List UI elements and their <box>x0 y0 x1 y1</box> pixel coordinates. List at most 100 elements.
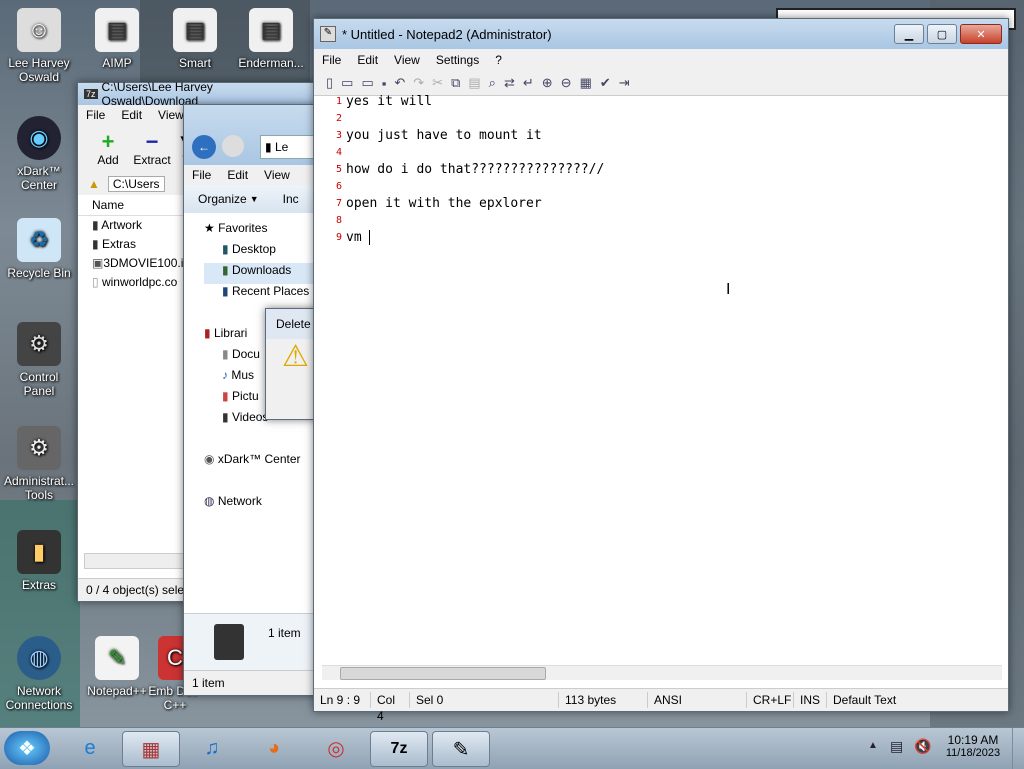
firefox-icon[interactable]: ◕ <box>246 731 302 765</box>
desktop-icon-recycle-bin[interactable]: ♻ Recycle Bin <box>4 218 74 280</box>
line-text: how do i do that???????????????// <box>346 162 605 177</box>
window-title: * Untitled - Notepad2 (Administrator) <box>342 26 552 42</box>
editor-area[interactable]: 1 yes it will 2 3 you just have to mount i… <box>324 93 1004 663</box>
shortcut-icon: ▤ <box>173 8 217 52</box>
menu-settings[interactable]: Settings <box>428 53 487 67</box>
zoom-out-icon[interactable]: ⊖ <box>561 75 572 91</box>
network-tray-icon[interactable]: ▤ <box>890 738 903 755</box>
desktop-icon-extras[interactable]: ▮ Extras <box>4 530 74 592</box>
downloads-icon: ▮ <box>222 263 232 277</box>
exit-icon[interactable]: ⇥ <box>619 75 630 91</box>
notepad2-window[interactable]: ✎ * Untitled - Notepad2 (Administrator) … <box>313 18 1009 723</box>
volume-muted-icon[interactable]: 🔇 <box>914 738 931 755</box>
close-button[interactable]: ✕ <box>960 24 1002 44</box>
add-icon: + <box>101 129 115 154</box>
line-number: 7 <box>335 198 342 209</box>
menu-file[interactable]: File <box>184 168 219 182</box>
internet-explorer-icon[interactable]: e <box>62 731 118 765</box>
nav-desktop[interactable]: ▮ Desktop <box>204 242 318 263</box>
notepad2-icon[interactable]: ✎ <box>432 731 490 767</box>
customize-icon[interactable]: ✔ <box>600 75 611 91</box>
desktop-icon-control-panel[interactable]: ⚙ Control Panel <box>4 322 74 398</box>
menu-file[interactable]: File <box>314 53 349 67</box>
notepad2-menubar: File Edit View Settings ? <box>314 49 1008 71</box>
show-desktop-button[interactable] <box>1012 728 1024 769</box>
browse-icon[interactable]: ▭ <box>361 75 373 91</box>
menu-edit[interactable]: Edit <box>349 53 386 67</box>
scrollbar-thumb[interactable] <box>340 667 546 680</box>
nav-xdark-center[interactable]: ◉ xDark™ Center <box>204 452 318 473</box>
desktop-icon-user[interactable]: ☺ Lee Harvey Oswald <box>4 8 74 84</box>
folder-up-icon[interactable]: ▲ <box>88 177 100 191</box>
scheme-icon[interactable]: ▦ <box>580 75 592 91</box>
extract-button[interactable]: − Extract <box>128 131 176 168</box>
7zip-icon[interactable]: 7z <box>370 731 428 767</box>
clock[interactable]: 10:19 AM 11/18/2023 <box>940 733 1006 759</box>
add-button[interactable]: + Add <box>88 129 128 168</box>
network-icon: ◍ <box>17 636 61 680</box>
editor-line: 6 <box>324 178 1004 195</box>
menu-view[interactable]: View <box>256 168 298 182</box>
undo-icon[interactable]: ↶ <box>394 75 405 91</box>
chrome-icon[interactable]: ◎ <box>308 731 364 765</box>
minimize-button[interactable]: ▁ <box>894 24 924 44</box>
notepad2-titlebar[interactable]: ✎ * Untitled - Notepad2 (Administrator) … <box>314 19 1008 49</box>
notepad2-icon: ✎ <box>320 26 336 42</box>
new-file-icon[interactable]: ▯ <box>326 75 333 91</box>
desktop-icon-xdark[interactable]: ◉ xDark™ Center <box>4 116 74 192</box>
delete-dialog[interactable]: Delete ⚠ <box>265 308 319 420</box>
nav-favorites[interactable]: ★ Favorites <box>204 221 318 242</box>
find-icon[interactable]: ⌕ <box>489 75 496 91</box>
replace-icon[interactable]: ⇄ <box>504 75 515 91</box>
desktop-icon-label: Extras <box>21 578 56 592</box>
horizontal-scrollbar[interactable] <box>84 553 186 569</box>
organize-button[interactable]: Organize <box>198 192 247 206</box>
sevenzip-titlebar[interactable]: 7z C:\Users\Lee Harvey Oswald\Download <box>78 80 318 108</box>
shortcut-icon: ▤ <box>95 8 139 52</box>
menu-help[interactable]: ? <box>487 53 510 67</box>
open-folder-icon[interactable]: ▭ <box>341 75 353 91</box>
desktop-icon-aimp[interactable]: ▤ AIMP <box>82 8 152 70</box>
maximize-button[interactable]: ▢ <box>927 24 957 44</box>
status-column: Col 4 <box>371 692 410 723</box>
forward-arrow-icon[interactable] <box>222 135 244 157</box>
save-icon[interactable]: ▪ <box>382 76 387 91</box>
status-scheme: Default Text <box>833 693 897 707</box>
path-input[interactable]: C:\Users <box>107 176 165 192</box>
xdark-icon: ◉ <box>204 452 218 466</box>
desktop-icon-admin-tools[interactable]: ⚙ Administrat... Tools <box>4 426 74 502</box>
paste-icon[interactable]: ▤ <box>468 75 480 91</box>
text-caret <box>369 230 371 245</box>
line-text: vm <box>346 230 370 245</box>
redo-icon[interactable]: ↷ <box>413 75 424 91</box>
nav-network[interactable]: ◍ Network <box>204 494 318 515</box>
editor-line: 1 yes it will <box>324 93 1004 110</box>
line-text: you just have to mount it <box>346 128 542 143</box>
nav-downloads[interactable]: ▮ Downloads <box>204 263 318 284</box>
include-button[interactable]: Inc <box>283 192 299 206</box>
desktop-icon-enderman[interactable]: ▤ Enderman... <box>236 8 306 70</box>
menu-file[interactable]: File <box>78 108 113 122</box>
desktop-icon-network-connections[interactable]: ◍ Network Connections <box>4 636 74 712</box>
music-icon[interactable]: ♫ <box>184 731 240 765</box>
music-icon: ♪ <box>222 368 232 382</box>
libraries-icon: ▮ <box>204 326 214 340</box>
tray-expand-icon[interactable]: ▲ <box>868 740 878 751</box>
desktop-icon-notepadpp[interactable]: ✎ Notepad++ <box>82 636 152 698</box>
menu-edit[interactable]: Edit <box>113 108 150 122</box>
back-arrow-icon[interactable]: ← <box>192 135 216 159</box>
menu-edit[interactable]: Edit <box>219 168 256 182</box>
archive-icon[interactable]: ▦ <box>122 731 180 767</box>
wordwrap-icon[interactable]: ↵ <box>523 75 534 91</box>
nav-recent-places[interactable]: ▮ Recent Places <box>204 284 318 305</box>
menu-view[interactable]: View <box>386 53 428 67</box>
horizontal-scrollbar[interactable] <box>322 665 1002 680</box>
start-orb-icon[interactable]: ❖ <box>4 731 50 765</box>
item-count: 1 item <box>268 626 301 640</box>
recycle-bin-icon: ♻ <box>17 218 61 262</box>
zoom-in-icon[interactable]: ⊕ <box>542 75 553 91</box>
copy-icon[interactable]: ⧉ <box>451 75 460 91</box>
desktop-icon-smart[interactable]: ▤ Smart <box>160 8 230 70</box>
admin-tools-icon: ⚙ <box>17 426 61 470</box>
cut-icon[interactable]: ✂ <box>432 75 443 91</box>
